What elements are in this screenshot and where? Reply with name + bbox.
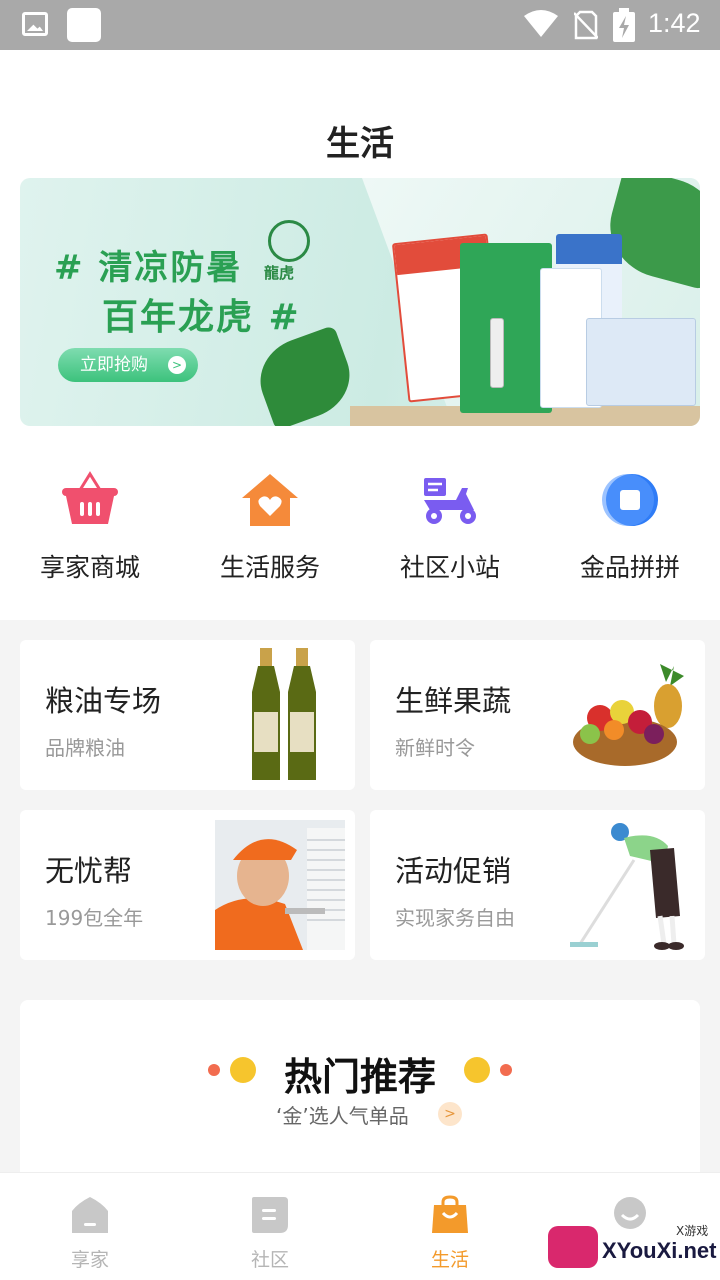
cleaning-woman-image xyxy=(570,823,684,950)
tab-community[interactable]: 社区 xyxy=(180,1195,360,1272)
shopping-bag-icon xyxy=(432,1195,468,1233)
recommend-section: 热门推荐 ‘金’选人气单品 > xyxy=(20,1000,700,1200)
gamepad-logo-icon xyxy=(548,1226,598,1268)
banner-headline-2: 百年龙虎 # xyxy=(102,297,301,338)
status-bar: 1:42 xyxy=(0,0,720,50)
card-subtitle: 199包全年 xyxy=(45,906,144,930)
scooter-icon xyxy=(424,478,476,524)
square-circle-icon xyxy=(602,474,658,526)
card-subtitle: 新鲜时令 xyxy=(395,736,475,760)
product-image xyxy=(460,243,552,413)
quick-nav-label: 社区小站 xyxy=(399,553,500,582)
repairman-image xyxy=(215,820,345,950)
watermark-text: XYouXi.net xyxy=(602,1238,717,1263)
watermark-small-text: X游戏 xyxy=(676,1224,709,1238)
banner-headline-1: # 清凉防暑 xyxy=(54,248,243,288)
olive-oil-image xyxy=(252,648,316,780)
buy-now-label: 立即抢购 xyxy=(80,355,148,375)
promo-banner[interactable]: # 清凉防暑 百年龙虎 # 龍虎 立即抢购 > xyxy=(20,178,700,426)
chevron-right-icon[interactable]: > xyxy=(438,1102,462,1126)
quick-nav-mall[interactable]: 享家商城 xyxy=(0,468,180,584)
arrow-right-icon: > xyxy=(168,356,186,374)
product-image xyxy=(490,318,504,388)
page-title: 生活 xyxy=(326,124,394,164)
card-subtitle: 实现家务自由 xyxy=(395,906,515,930)
card-title: 生鲜果蔬 xyxy=(395,684,512,718)
card-worry-free-help[interactable]: 无忧帮 199包全年 xyxy=(20,810,355,960)
home-icon xyxy=(72,1197,108,1233)
image-notification-icon xyxy=(22,12,48,36)
quick-nav-service[interactable]: 生活服务 xyxy=(180,468,360,584)
quick-nav-label: 生活服务 xyxy=(219,553,320,582)
recommend-subtitle[interactable]: ‘金’选人气单品 xyxy=(276,1100,409,1129)
card-promotion[interactable]: 活动促销 实现家务自由 xyxy=(370,810,705,960)
card-title: 活动促销 xyxy=(395,854,512,888)
battery-charging-icon xyxy=(613,8,635,42)
card-subtitle: 品牌粮油 xyxy=(45,736,125,760)
brand-logo-icon xyxy=(268,220,310,262)
card-title: 粮油专场 xyxy=(45,684,162,718)
site-watermark: X游戏 XYouXi.net xyxy=(548,1222,718,1276)
tab-xiangjia[interactable]: 享家 xyxy=(0,1195,180,1272)
quick-nav-label: 享家商城 xyxy=(39,553,140,582)
clock: 1:42 xyxy=(648,8,701,38)
brand-logo-text: 龍虎 xyxy=(264,264,295,282)
tab-label: 享家 xyxy=(70,1249,109,1271)
quick-nav-label: 金品拼拼 xyxy=(579,553,680,582)
no-sim-icon xyxy=(574,10,598,40)
leaf-decoration xyxy=(249,325,361,426)
wifi-icon xyxy=(524,10,558,37)
app-notification-icon xyxy=(67,8,101,42)
recommend-title: 热门推荐 xyxy=(283,1055,436,1099)
tab-life[interactable]: 生活 xyxy=(360,1195,540,1272)
quick-nav-station[interactable]: 社区小站 xyxy=(360,468,540,584)
home-heart-icon xyxy=(242,474,298,526)
buy-now-button[interactable]: 立即抢购 > xyxy=(58,348,198,382)
basket-icon xyxy=(62,471,118,524)
quick-nav-group-buy[interactable]: 金品拼拼 xyxy=(540,468,720,584)
product-image xyxy=(586,318,696,406)
card-title: 无忧帮 xyxy=(45,854,133,888)
fruit-basket-image xyxy=(573,664,684,766)
tab-label: 生活 xyxy=(430,1249,469,1271)
card-grain-oil[interactable]: 粮油专场 品牌粮油 xyxy=(20,640,355,790)
community-icon xyxy=(252,1197,288,1233)
card-fresh-produce[interactable]: 生鲜果蔬 新鲜时令 xyxy=(370,640,705,790)
tab-label: 社区 xyxy=(250,1249,289,1271)
